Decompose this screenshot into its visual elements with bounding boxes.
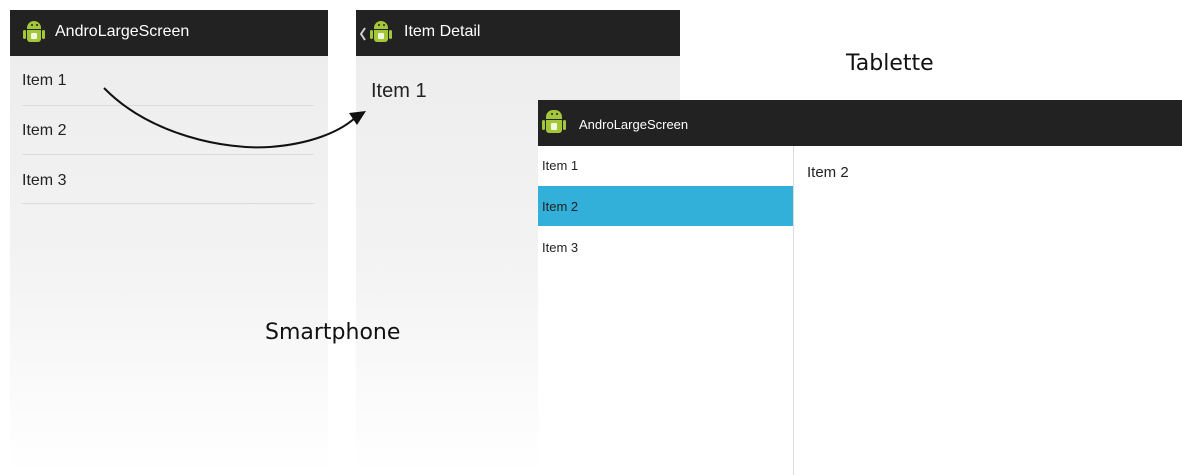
tablet-detail-content: Item 2: [807, 164, 849, 181]
list-item-3[interactable]: Item 3: [22, 172, 66, 190]
list-item-2[interactable]: Item 2: [22, 122, 66, 140]
smartphone-list-screen: AndroLargeScreen Item 1 Item 2 Item 3: [10, 10, 328, 475]
tablet-list-item-1[interactable]: Item 1: [542, 158, 578, 173]
action-bar: AndroLargeScreen: [538, 100, 1182, 146]
list-divider: [22, 203, 314, 204]
android-app-icon: [370, 21, 392, 45]
detail-content: Item 1: [371, 80, 427, 102]
android-app-icon: [542, 110, 566, 136]
screen-title: Item Detail: [404, 23, 481, 40]
android-app-icon: [23, 21, 45, 45]
list-divider: [22, 105, 314, 106]
smartphone-caption: Smartphone: [265, 320, 401, 345]
list-item-1[interactable]: Item 1: [22, 72, 66, 90]
action-bar: AndroLargeScreen: [10, 10, 328, 56]
list-divider: [22, 154, 314, 155]
tablet-list-item-3[interactable]: Item 3: [542, 240, 578, 255]
tablet-screen: AndroLargeScreen Item 1 Item 2 Item 3 It…: [538, 100, 1182, 475]
action-bar: Item Detail: [356, 10, 680, 56]
app-title: AndroLargeScreen: [55, 23, 190, 40]
back-chevron-icon[interactable]: [359, 27, 367, 41]
app-title: AndroLargeScreen: [579, 117, 689, 132]
tablet-list-item-2: Item 2: [542, 199, 579, 214]
tablet-list-item-2-selected[interactable]: Item 2: [538, 186, 793, 226]
tablet-caption: Tablette: [846, 51, 934, 76]
master-list-pane: Item 1 Item 2 Item 3: [538, 146, 794, 475]
